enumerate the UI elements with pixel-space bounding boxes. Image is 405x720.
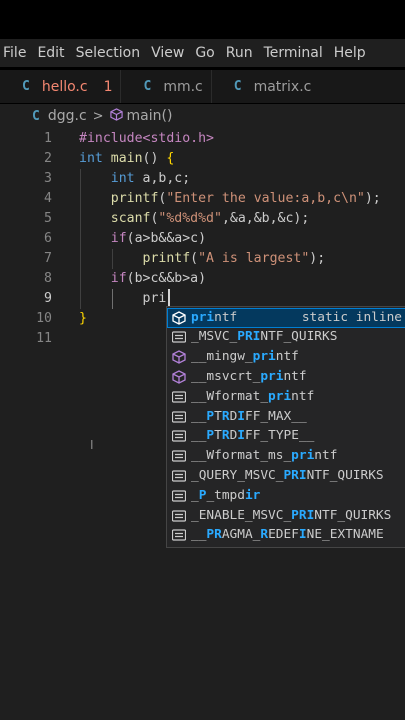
code-line[interactable]: 1 #include<stdio.h>	[0, 129, 405, 149]
function-cube-icon	[109, 107, 123, 125]
c-file-icon: C	[143, 79, 152, 94]
suggestion-item[interactable]: __PRAGMA_REDEFINE_EXTNAME	[167, 525, 405, 545]
suggestion-label: _MSVC_PRINTF_QUIRKS	[191, 329, 338, 345]
suggestion-label: __PTRDIFF_TYPE__	[191, 428, 315, 444]
menu-selection[interactable]: Selection	[76, 45, 141, 61]
code-line[interactable]: 7 printf("A is largest");	[0, 249, 405, 269]
text-symbol-icon	[171, 489, 187, 503]
menu-run[interactable]: Run	[226, 45, 253, 61]
suggestion-label: _P_tmpdir	[191, 487, 261, 503]
suggestion-label: _ENABLE_MSVC_PRINTF_QUIRKS	[191, 507, 392, 523]
problem-count-badge: 1	[103, 78, 113, 95]
line-number: 5	[44, 211, 52, 226]
tab-matrix-c[interactable]: Cmatrix.c	[212, 70, 320, 103]
line-number: 11	[36, 331, 52, 346]
suggestion-item[interactable]: __PTRDIFF_TYPE__	[167, 426, 405, 446]
indent-guide	[112, 289, 113, 309]
line-number: 9	[44, 291, 52, 306]
code-line[interactable]: 8 if(b>c&&b>a)	[0, 269, 405, 289]
suggestion-item[interactable]: _MSVC_PRINTF_QUIRKS	[167, 327, 405, 347]
line-number: 8	[44, 271, 52, 286]
code-text: #include<stdio.h>	[79, 131, 214, 146]
suggestion-label: __Wformat_ms_printf	[191, 448, 338, 464]
line-number: 6	[44, 231, 52, 246]
code-text: printf("Enter the value:a,b,c\n");	[79, 191, 381, 206]
suggestion-label: printf	[191, 309, 238, 325]
editor-tab-bar: Chello.c 1 Cmm.c Cmatrix.c	[0, 70, 405, 103]
code-text: if(a>b&&a>c)	[79, 231, 207, 246]
suggestion-label: __PTRDIFF_MAX__	[191, 408, 307, 424]
code-text: pri	[79, 291, 167, 306]
indent-guide	[80, 169, 81, 309]
text-symbol-icon	[171, 410, 187, 424]
code-text: int main() {	[79, 151, 175, 166]
suggestion-label: __Wformat_printf	[191, 388, 315, 404]
suggestion-item[interactable]: _ENABLE_MSVC_PRINTF_QUIRKS	[167, 506, 405, 526]
code-line[interactable]: 4 printf("Enter the value:a,b,c\n");	[0, 189, 405, 209]
text-symbol-icon	[171, 469, 187, 483]
suggestion-item[interactable]: _QUERY_MSVC_PRINTF_QUIRKS	[167, 466, 405, 486]
function-cube-icon	[172, 350, 186, 364]
tab-label: hello.c	[41, 78, 88, 95]
mouse-ibeam-icon: I	[90, 438, 94, 452]
suggestion-label: __mingw_printf	[191, 349, 299, 365]
line-number: 2	[44, 151, 52, 166]
line-number: 7	[44, 251, 52, 266]
suggestion-item[interactable]: __mingw_printf	[167, 347, 405, 367]
menu-terminal[interactable]: Terminal	[264, 45, 323, 61]
suggestion-item[interactable]: __Wformat_ms_printf	[167, 446, 405, 466]
line-number: 4	[44, 191, 52, 206]
breadcrumb-file[interactable]: dgg.c	[48, 108, 87, 124]
function-cube-icon	[172, 370, 186, 384]
c-file-icon: C	[233, 79, 242, 94]
line-number: 1	[44, 131, 52, 146]
code-text: printf("A is largest");	[79, 251, 326, 266]
line-number: 3	[44, 171, 52, 186]
text-symbol-icon	[171, 528, 187, 542]
text-symbol-icon	[171, 449, 187, 463]
code-line[interactable]: 6 if(a>b&&a>c)	[0, 229, 405, 249]
suggestion-item[interactable]: printf static inline	[167, 307, 405, 328]
c-file-icon: C	[32, 108, 40, 124]
c-file-icon: C	[22, 79, 30, 94]
text-symbol-icon	[171, 390, 187, 404]
menu-bar: File Edit Selection View Go Run Terminal Help	[0, 39, 405, 67]
suggestion-label: _QUERY_MSVC_PRINTF_QUIRKS	[191, 467, 384, 483]
tab-label: mm.c	[163, 78, 203, 95]
breadcrumb-symbol[interactable]: main()	[127, 108, 173, 124]
breadcrumb: C dgg.c > main()	[0, 104, 405, 128]
breadcrumb-separator: >	[92, 108, 104, 124]
code-line[interactable]: 5 scanf("%d%d%d",&a,&b,&c);	[0, 209, 405, 229]
code-line[interactable]: 3 int a,b,c;	[0, 169, 405, 189]
tab-hello-c[interactable]: Chello.c 1	[0, 70, 120, 103]
code-text: if(b>c&&b>a)	[79, 271, 207, 286]
suggestion-item[interactable]: _P_tmpdir	[167, 486, 405, 506]
suggestion-detail: static inline	[301, 309, 402, 325]
text-symbol-icon	[171, 509, 187, 523]
menu-edit[interactable]: Edit	[37, 45, 64, 61]
suggestion-item[interactable]: __Wformat_printf	[167, 387, 405, 407]
code-line[interactable]: 2 int main() {	[0, 149, 405, 169]
indent-guide	[112, 249, 113, 269]
suggestion-label: __PRAGMA_REDEFINE_EXTNAME	[191, 527, 384, 543]
menu-view[interactable]: View	[151, 45, 184, 61]
line-number: 10	[36, 311, 52, 326]
menu-go[interactable]: Go	[195, 45, 214, 61]
function-cube-icon	[172, 310, 186, 325]
suggestion-item[interactable]: __PTRDIFF_MAX__	[167, 407, 405, 427]
vscode-window: File Edit Selection View Go Run Terminal Help C…	[0, 0, 405, 720]
suggestion-item[interactable]: __msvcrt_printf	[167, 367, 405, 387]
text-symbol-icon	[171, 429, 187, 443]
suggestion-label: __msvcrt_printf	[191, 368, 307, 384]
code-text: int a,b,c;	[79, 171, 191, 186]
text-symbol-icon	[171, 330, 187, 344]
tab-mm-c[interactable]: Cmm.c	[121, 70, 210, 103]
code-text: }	[79, 311, 87, 326]
menu-file[interactable]: File	[3, 45, 26, 61]
tab-label: matrix.c	[253, 78, 312, 95]
autocomplete-suggest-widget: printf static inline _MSVC_PRINTF_QUIRKS __…	[166, 306, 405, 548]
code-text: scanf("%d%d%d",&a,&b,&c);	[79, 211, 310, 226]
menu-help[interactable]: Help	[334, 45, 366, 61]
